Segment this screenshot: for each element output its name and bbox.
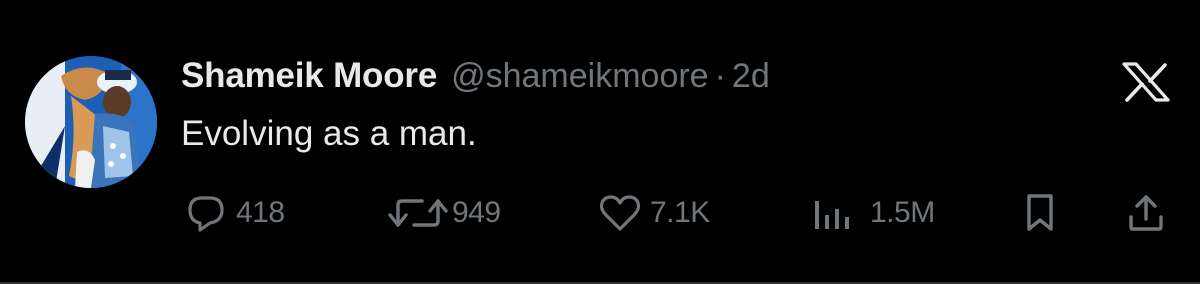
retweet-button[interactable]: 949 <box>386 190 501 236</box>
action-bar: 418 949 7.1K 1.5M <box>0 190 1200 236</box>
tweet: Shameik Moore @shameikmoore · 2d Evolvin… <box>0 0 1200 284</box>
share-icon <box>1129 195 1163 231</box>
share-button[interactable] <box>1126 190 1166 236</box>
reply-count: 418 <box>236 196 285 229</box>
heart-icon <box>599 195 641 231</box>
reply-button[interactable]: 418 <box>186 190 285 236</box>
like-count: 7.1K <box>650 196 710 229</box>
avatar[interactable] <box>25 56 157 188</box>
reply-icon <box>188 196 224 232</box>
tweet-header: Shameik Moore @shameikmoore · 2d <box>181 56 770 104</box>
separator-dot: · <box>714 57 726 95</box>
bookmark-button[interactable] <box>1020 190 1060 236</box>
handle[interactable]: @shameikmoore <box>451 57 709 96</box>
retweet-icon <box>388 199 448 227</box>
tweet-text: Evolving as a man. <box>181 114 477 153</box>
bookmark-icon <box>1027 194 1053 231</box>
x-logo-icon[interactable] <box>1120 62 1172 102</box>
retweet-count: 949 <box>452 196 501 229</box>
views-count: 1.5M <box>870 196 935 229</box>
analytics-icon <box>815 201 849 229</box>
avatar-image <box>25 56 157 188</box>
views-button[interactable]: 1.5M <box>812 190 935 236</box>
timestamp[interactable]: 2d <box>732 57 770 96</box>
like-button[interactable]: 7.1K <box>598 190 710 236</box>
display-name[interactable]: Shameik Moore <box>181 56 437 96</box>
